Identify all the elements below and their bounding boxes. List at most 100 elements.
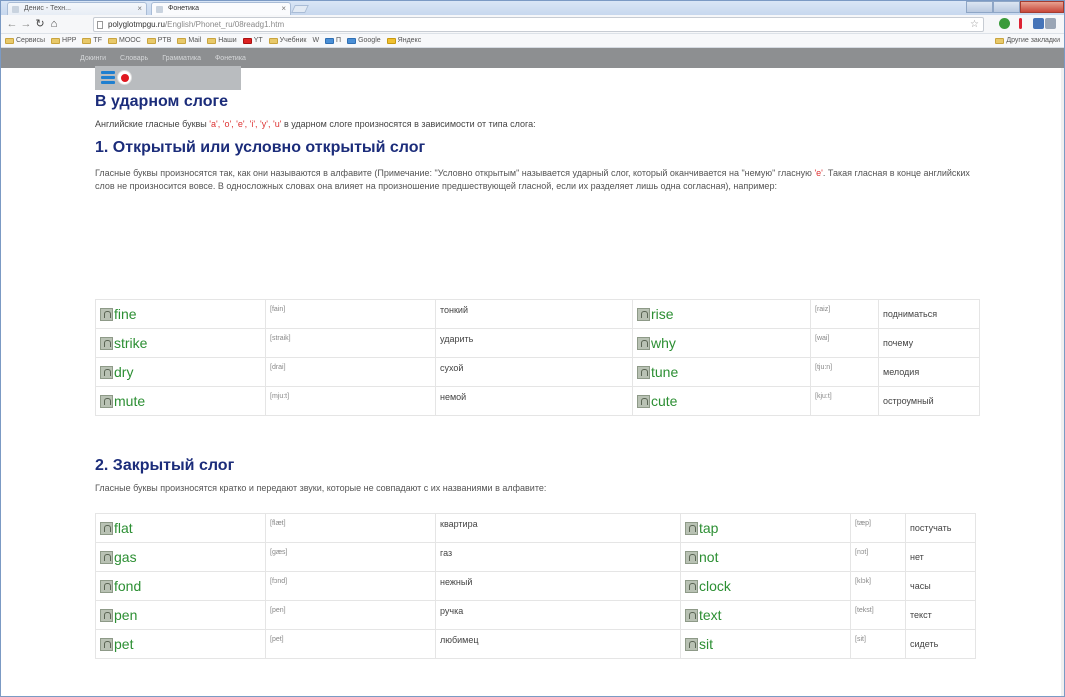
bookmark-item[interactable]: Яндекс [386, 37, 421, 44]
menu-icon[interactable] [101, 71, 115, 84]
speaker-icon[interactable] [685, 551, 698, 564]
folder-icon [268, 37, 278, 44]
bookmark-label: HPP [62, 37, 77, 44]
bookmark-item[interactable]: W [312, 37, 319, 44]
bookmark-icon [325, 37, 335, 44]
extension-icon[interactable] [1019, 18, 1022, 29]
speaker-icon[interactable] [100, 366, 113, 379]
back-arrow-icon[interactable]: ← [5, 17, 19, 31]
folder-icon [5, 37, 14, 44]
address-path: /English/Phonet_ru/08readg1.htm [164, 20, 285, 29]
bookmark-item[interactable]: Наши [207, 37, 237, 44]
english-word: flat [114, 520, 133, 536]
transcription-cell: [tekst] [850, 600, 906, 630]
speaker-icon[interactable] [100, 395, 113, 408]
menu-icon[interactable] [1045, 18, 1056, 29]
table-row: mute [mju:t] немой cute [kju:t] остроумный [95, 386, 980, 416]
folder-icon [177, 37, 187, 44]
transcription-cell: [tæp] [850, 513, 906, 543]
transcription-cell: [kju:t] [810, 386, 879, 416]
word-cell: fond [95, 571, 266, 601]
extension-icon[interactable] [1033, 18, 1044, 29]
reload-icon[interactable]: ↻ [33, 17, 47, 31]
bookmark-label: PTB [157, 37, 172, 44]
youtube-icon [242, 37, 252, 44]
transcription-cell: [drai] [265, 357, 436, 387]
tab-2[interactable]: Фонетика × [151, 2, 291, 15]
speaker-icon[interactable] [685, 638, 698, 651]
site-nav: Докинги Словарь Грамматика Фонетика [1, 48, 1064, 68]
new-tab-button[interactable] [291, 5, 309, 13]
tab-1[interactable]: Денис - Техн... × [7, 2, 147, 15]
home-icon[interactable]: ⌂ [47, 17, 61, 31]
bookmark-item[interactable]: PTB [146, 37, 172, 44]
scrollbar[interactable] [1061, 68, 1064, 696]
bookmark-item[interactable]: YT [242, 37, 263, 44]
section-title: В ударном слоге [95, 93, 229, 110]
bookmark-star-icon[interactable]: ☆ [970, 18, 979, 31]
transcription-cell: [wai] [810, 328, 879, 358]
window-close-button[interactable] [1020, 1, 1064, 13]
bookmark-item[interactable]: MOOC [107, 37, 141, 44]
transcription-cell: [mju:t] [265, 386, 436, 416]
address-bar[interactable]: polyglotmpgu.ru/English/Phonet_ru/08read… [93, 17, 984, 32]
nav-item[interactable]: Докинги [80, 55, 106, 62]
translation-cell: квартира [435, 513, 681, 543]
word-cell: not [680, 542, 851, 572]
bookmark-item[interactable]: Google [347, 37, 381, 44]
folder-icon [107, 37, 117, 44]
speaker-icon[interactable] [100, 609, 113, 622]
table-row: fine [fain] тонкий rise [raiz] подниматься [95, 299, 980, 329]
close-icon[interactable]: × [137, 4, 142, 13]
forward-arrow-icon[interactable]: → [19, 17, 33, 31]
nav-item[interactable]: Грамматика [162, 55, 201, 62]
speaker-icon[interactable] [637, 366, 650, 379]
bookmark-item[interactable]: HPP [51, 37, 76, 44]
tab-2-label: Фонетика [168, 5, 199, 12]
folder-icon [207, 37, 217, 44]
address-host: polyglotmpgu.ru [108, 20, 165, 29]
speaker-icon[interactable] [100, 638, 113, 651]
speaker-icon[interactable] [637, 337, 650, 350]
bookmark-item[interactable]: Сервисы [5, 37, 45, 44]
bookmark-item[interactable]: Учебник [268, 37, 306, 44]
maximize-button[interactable] [993, 1, 1020, 13]
extension-icon[interactable] [999, 18, 1010, 29]
speaker-icon[interactable] [100, 337, 113, 350]
speaker-icon[interactable] [685, 522, 698, 535]
translation-cell: мелодия [878, 357, 980, 387]
open-syllable-table: fine [fain] тонкий rise [raiz] подниматься str… [95, 299, 980, 416]
translation-cell: текст [905, 600, 976, 630]
bookmark-label: YT [253, 37, 263, 44]
vowel-mark: 'e' [814, 168, 823, 178]
record-icon[interactable] [117, 70, 132, 85]
english-word: why [651, 335, 676, 351]
close-icon[interactable]: × [281, 4, 286, 13]
transcription-cell: [pet] [265, 629, 436, 659]
translation-cell: любимец [435, 629, 681, 659]
word-cell: clock [680, 571, 851, 601]
browser-toolbar: ← → ↻ ⌂ polyglotmpgu.ru/English/Phonet_r… [1, 15, 1064, 34]
other-bookmarks[interactable]: Другие закладки [995, 37, 1060, 44]
english-word: pet [114, 636, 134, 652]
speaker-icon[interactable] [685, 609, 698, 622]
bookmark-item[interactable]: TF [82, 37, 102, 44]
minimize-button[interactable] [966, 1, 993, 13]
bookmark-label: W [312, 37, 320, 44]
english-word: fine [114, 306, 137, 322]
speaker-icon[interactable] [100, 580, 113, 593]
bookmark-label: TF [93, 37, 102, 44]
open-syllable-text: Гласные буквы произносятся так, как они … [95, 167, 975, 193]
speaker-icon[interactable] [685, 580, 698, 593]
nav-item[interactable]: Фонетика [215, 55, 246, 62]
translation-cell: часы [905, 571, 976, 601]
tab-1-label: Денис - Техн... [24, 5, 71, 12]
speaker-icon[interactable] [637, 395, 650, 408]
speaker-icon[interactable] [100, 551, 113, 564]
speaker-icon[interactable] [637, 308, 650, 321]
bookmark-item[interactable]: Mail [177, 37, 201, 44]
nav-item[interactable]: Словарь [120, 55, 148, 62]
speaker-icon[interactable] [100, 522, 113, 535]
bookmark-item[interactable]: П [325, 37, 341, 44]
speaker-icon[interactable] [100, 308, 113, 321]
